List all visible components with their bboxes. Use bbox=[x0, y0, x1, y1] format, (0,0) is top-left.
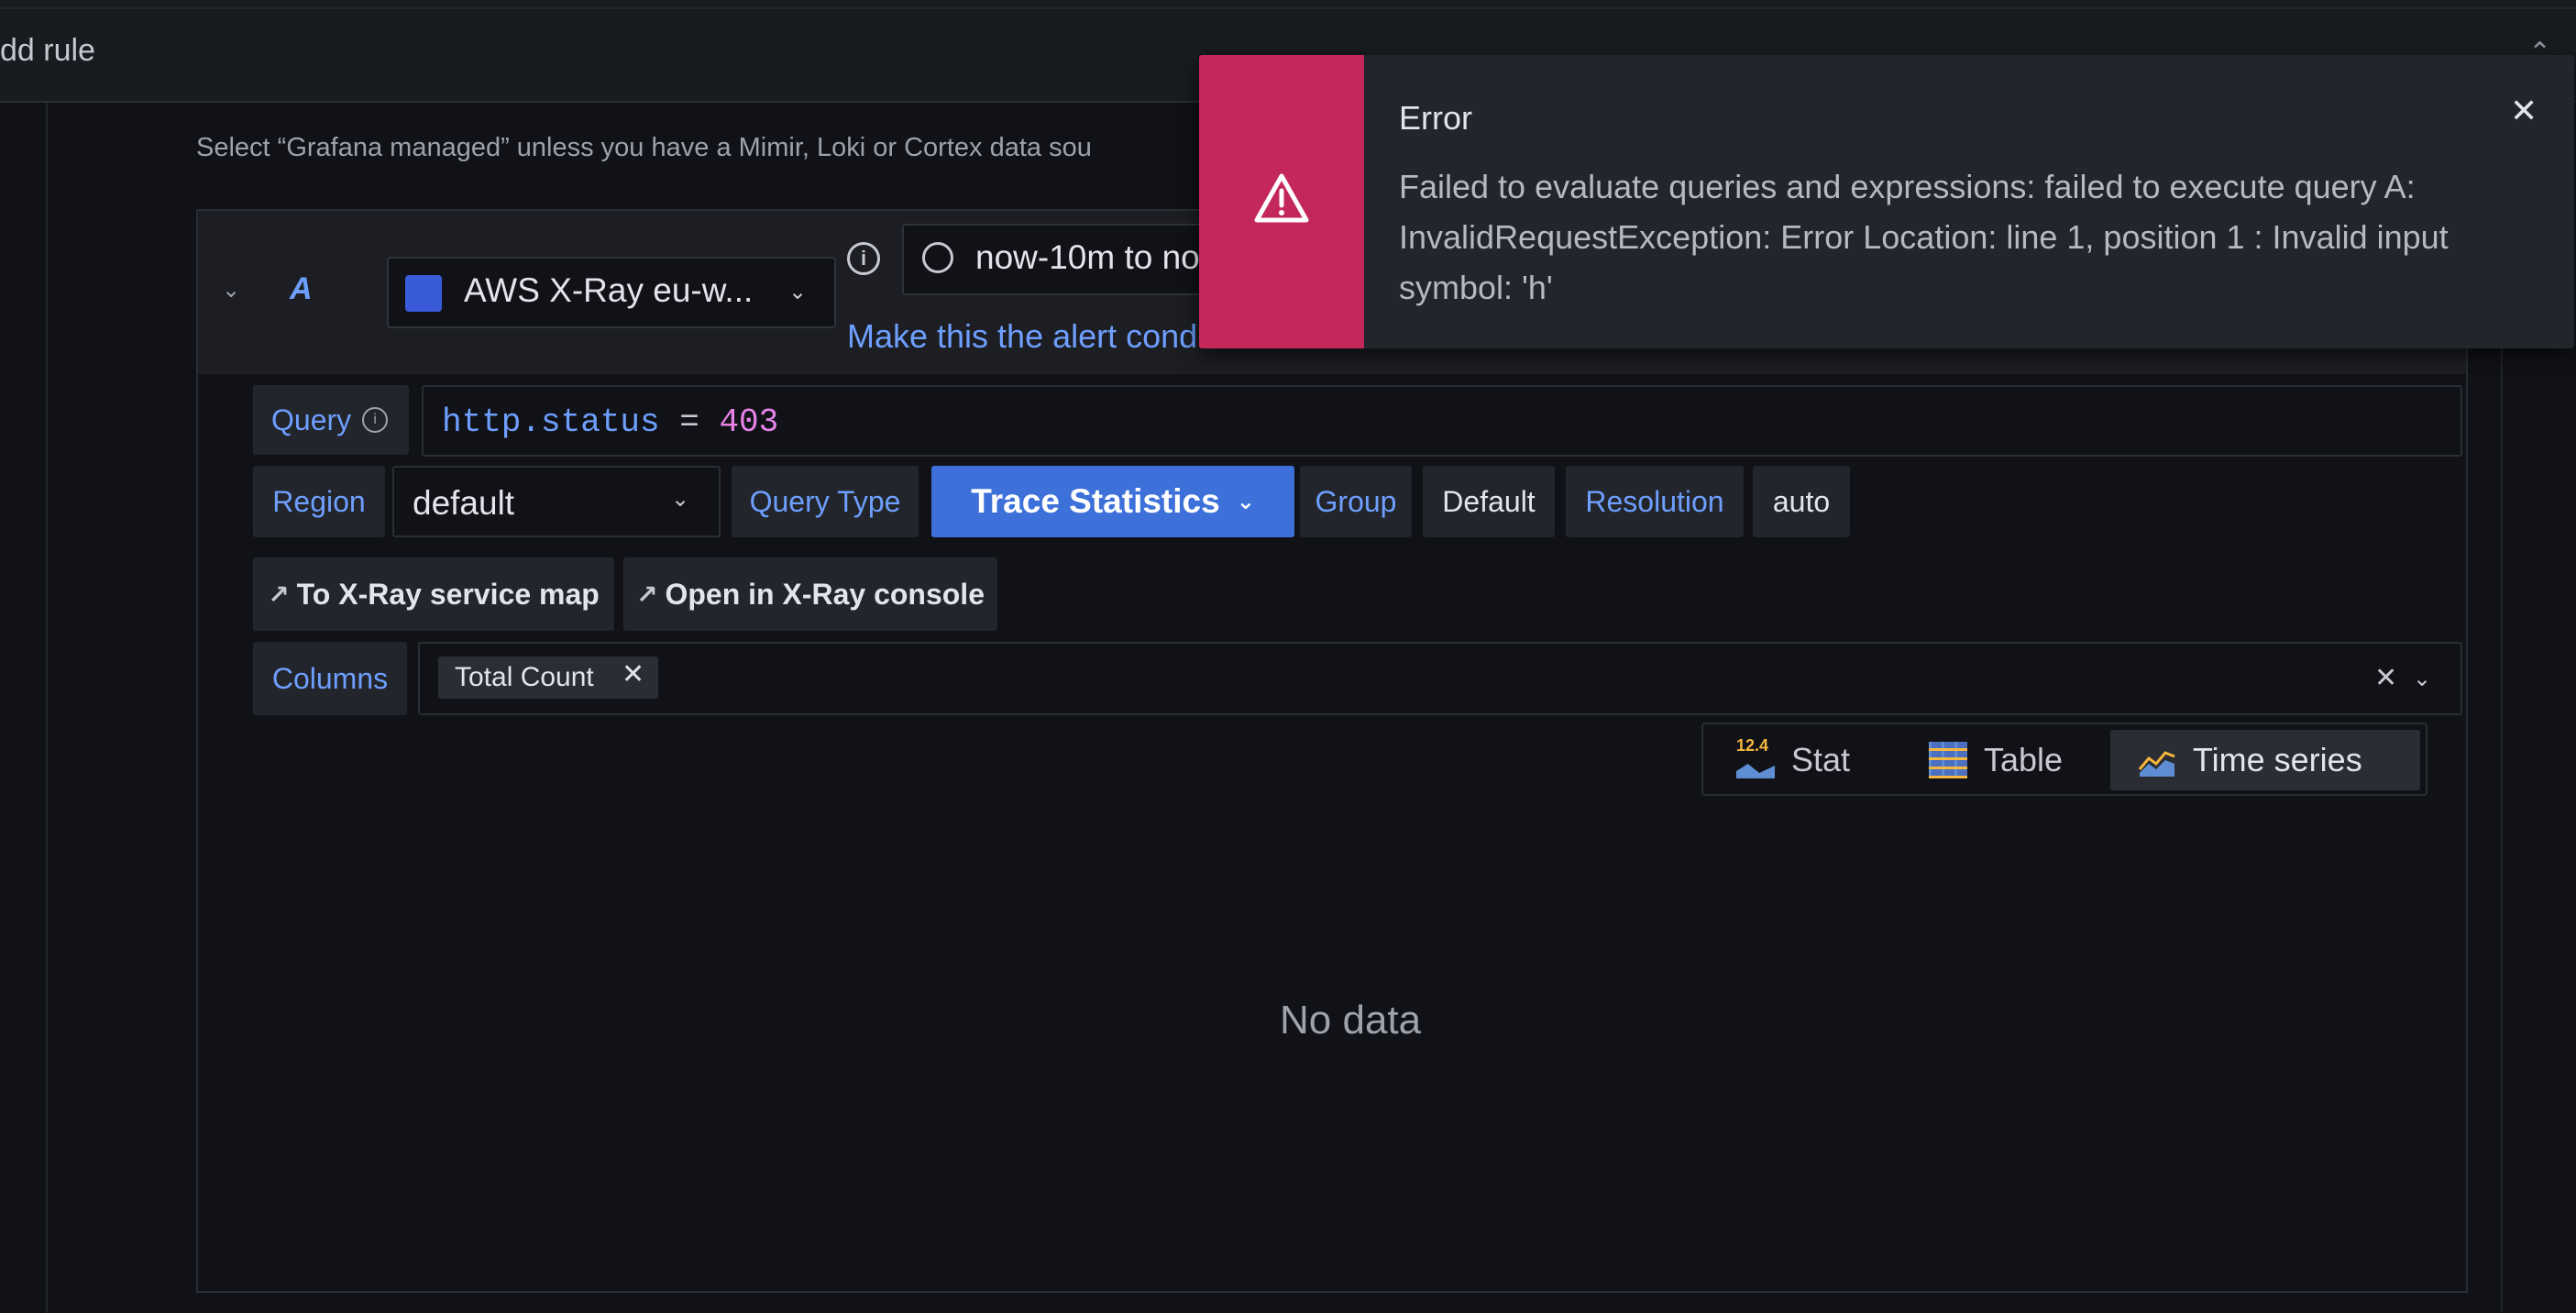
query-operator-token: = bbox=[659, 403, 720, 441]
page-title: dd rule bbox=[0, 33, 95, 68]
columns-label: Columns bbox=[253, 642, 407, 715]
chevron-down-icon[interactable]: ⌄ bbox=[222, 277, 248, 303]
query-value-token: 403 bbox=[719, 403, 779, 441]
xray-console-label: Open in X-Ray console bbox=[665, 577, 985, 611]
clear-icon[interactable]: ✕ bbox=[2374, 662, 2397, 694]
info-icon[interactable]: i bbox=[847, 242, 880, 275]
viz-option-label: Time series bbox=[2193, 741, 2362, 778]
query-label-text: Query bbox=[271, 403, 352, 436]
resolution-select[interactable]: auto bbox=[1753, 466, 1850, 537]
stat-icon: 12.4 bbox=[1736, 736, 1775, 778]
viz-option-label: Stat bbox=[1791, 741, 1851, 778]
xray-console-button[interactable]: ↗ Open in X-Ray console bbox=[623, 557, 997, 631]
toast-title: Error bbox=[1399, 99, 1472, 137]
toast-message: Failed to evaluate queries and expressio… bbox=[1399, 168, 2449, 306]
stat-icon-number: 12.4 bbox=[1736, 736, 1769, 755]
section-divider bbox=[46, 103, 48, 1313]
clock-icon bbox=[922, 242, 953, 273]
query-type-label: Query Type bbox=[732, 466, 919, 537]
viz-option-stat[interactable]: 12.4 Stat bbox=[1736, 730, 1901, 790]
close-icon[interactable]: ✕ bbox=[2510, 92, 2537, 130]
viz-option-label: Table bbox=[1984, 741, 2064, 778]
time-range-text: now-10m to no bbox=[975, 238, 1200, 276]
xray-icon bbox=[405, 275, 442, 312]
external-link-icon: ↗ bbox=[636, 579, 658, 609]
info-icon[interactable]: i bbox=[362, 407, 389, 433]
query-field-token: http.status bbox=[442, 403, 660, 441]
no-data-message: No data bbox=[1280, 998, 1422, 1043]
chevron-down-icon: ⌄ bbox=[788, 280, 808, 304]
chevron-down-icon: ⌄ bbox=[671, 487, 690, 512]
group-label: Group bbox=[1300, 466, 1412, 537]
query-type-select[interactable]: Trace Statistics ⌄ bbox=[931, 466, 1294, 537]
resolution-label: Resolution bbox=[1566, 466, 1744, 537]
datasource-name: AWS X-Ray eu-w... bbox=[464, 271, 754, 309]
query-label: Query i bbox=[253, 385, 409, 455]
columns-multiselect[interactable] bbox=[418, 642, 2462, 715]
time-series-icon bbox=[2138, 742, 2176, 778]
chevron-down-icon: ⌄ bbox=[1236, 489, 1255, 514]
xray-service-map-label: To X-Ray service map bbox=[296, 577, 600, 611]
query-type-value: Trace Statistics bbox=[971, 482, 1220, 520]
viz-option-table[interactable]: Table bbox=[1929, 730, 2112, 790]
region-label: Region bbox=[253, 466, 385, 537]
chevron-down-icon[interactable]: ⌄ bbox=[2413, 666, 2431, 692]
query-ref-id[interactable]: A bbox=[290, 271, 313, 307]
remove-chip-icon[interactable]: ✕ bbox=[622, 658, 644, 690]
table-icon bbox=[1929, 742, 1967, 778]
column-chip-label: Total Count bbox=[455, 662, 594, 692]
external-link-icon: ↗ bbox=[268, 579, 290, 609]
xray-service-map-button[interactable]: ↗ To X-Ray service map bbox=[253, 557, 614, 631]
query-input[interactable]: http.status = 403 bbox=[422, 385, 2462, 457]
top-bar bbox=[0, 0, 2576, 9]
section-description: Select “Grafana managed” unless you have… bbox=[196, 133, 1092, 162]
viz-option-time-series[interactable]: Time series bbox=[2110, 730, 2420, 790]
make-alert-condition-link[interactable]: Make this the alert condition bbox=[847, 317, 1258, 356]
group-select[interactable]: Default bbox=[1423, 466, 1555, 537]
warning-icon bbox=[1254, 172, 1309, 224]
